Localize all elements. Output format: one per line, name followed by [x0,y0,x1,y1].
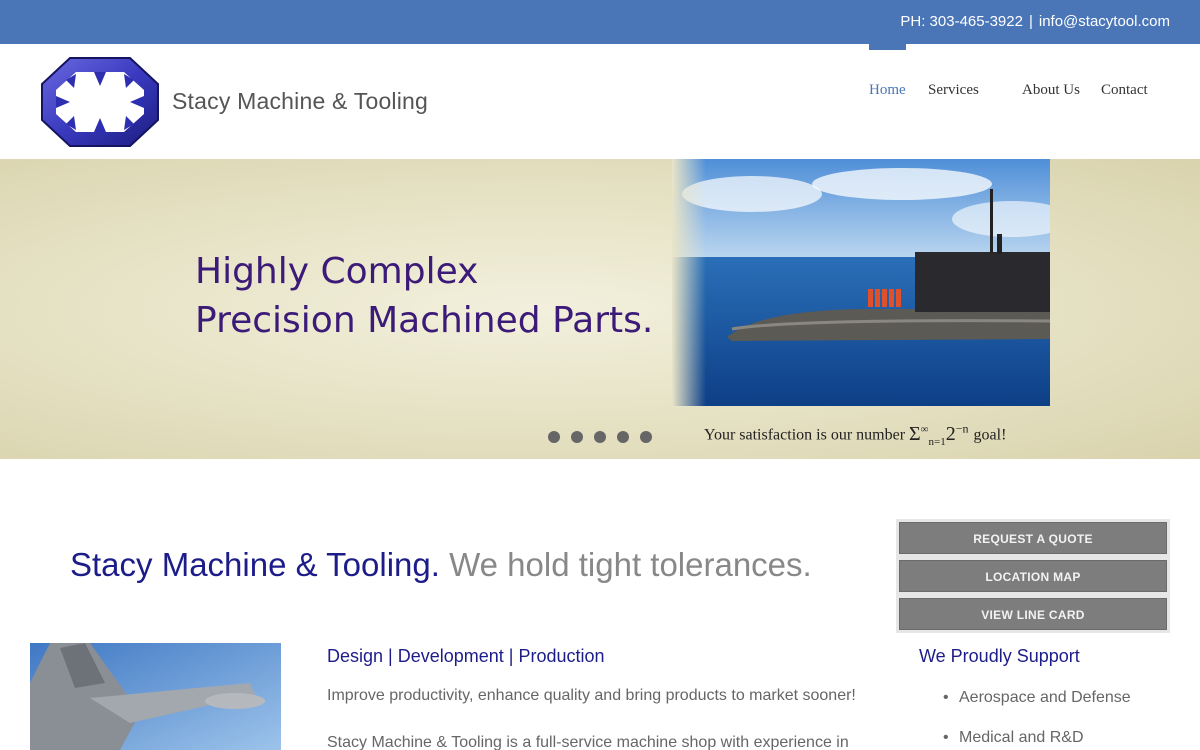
nav-home[interactable]: Home [869,82,906,99]
slide-dot-3[interactable] [594,431,606,443]
submarine-photo [672,159,1050,406]
sum-formula: Σ∞n=12−n [909,421,969,448]
slide-dot-2[interactable] [571,431,583,443]
hero-title: Highly Complex Precision Machined Parts. [195,247,653,345]
hero-title-line2: Precision Machined Parts. [195,300,654,341]
location-map-button[interactable]: LOCATION MAP [899,560,1167,592]
body-text: Stacy Machine & Tooling is a full-servic… [327,734,849,750]
company-logo-icon[interactable] [40,56,160,148]
slide-dot-1[interactable] [548,431,560,443]
nav-contact[interactable]: Contact [1101,82,1148,99]
phone-number[interactable]: PH: 303-465-3922 [900,13,1023,30]
slide-dot-5[interactable] [640,431,652,443]
brand-name: Stacy Machine & Tooling [172,88,429,114]
view-line-card-button[interactable]: VIEW LINE CARD [899,598,1167,630]
nav-about-us[interactable]: About Us [1022,82,1080,99]
headline-primary: Stacy Machine & Tooling. [70,546,440,583]
email-link[interactable]: info@stacytool.com [1039,13,1170,30]
fighter-jet-photo [30,643,281,750]
support-list: Aerospace and Defense Medical and R&D [943,689,1131,750]
site-header: Stacy Machine & Tooling Home Services Ab… [0,44,1200,159]
quick-links-panel: REQUEST A QUOTE LOCATION MAP VIEW LINE C… [896,519,1170,633]
slider-pagination [548,431,652,443]
contact-info: PH: 303-465-3922 | info@stacytool.com [900,13,1170,30]
hero-slider[interactable]: Highly Complex Precision Machined Parts. [0,159,1200,459]
services-section-title: Design | Development | Production [327,646,605,666]
slide-dot-4[interactable] [617,431,629,443]
top-contact-bar: PH: 303-465-3922 | info@stacytool.com [0,0,1200,44]
hero-title-line1: Highly Complex [195,251,479,292]
intro-text: Improve productivity, enhance quality an… [327,687,856,704]
request-quote-button[interactable]: REQUEST A QUOTE [899,522,1167,554]
caption-suffix: goal! [973,426,1007,444]
page-headline: Stacy Machine & Tooling. We hold tight t… [70,546,812,584]
headline-secondary: We hold tight tolerances. [449,546,812,583]
nav-services[interactable]: Services [928,82,979,99]
hero-caption: Your satisfaction is our number Σ∞n=12−n… [704,421,1006,448]
support-item-medical: Medical and R&D [943,729,1131,747]
contact-separator: | [1028,13,1033,30]
support-item-aerospace: Aerospace and Defense [943,689,1131,707]
active-nav-indicator [869,44,906,50]
support-section-title: We Proudly Support [919,646,1080,666]
caption-prefix: Your satisfaction is our number [704,426,906,444]
